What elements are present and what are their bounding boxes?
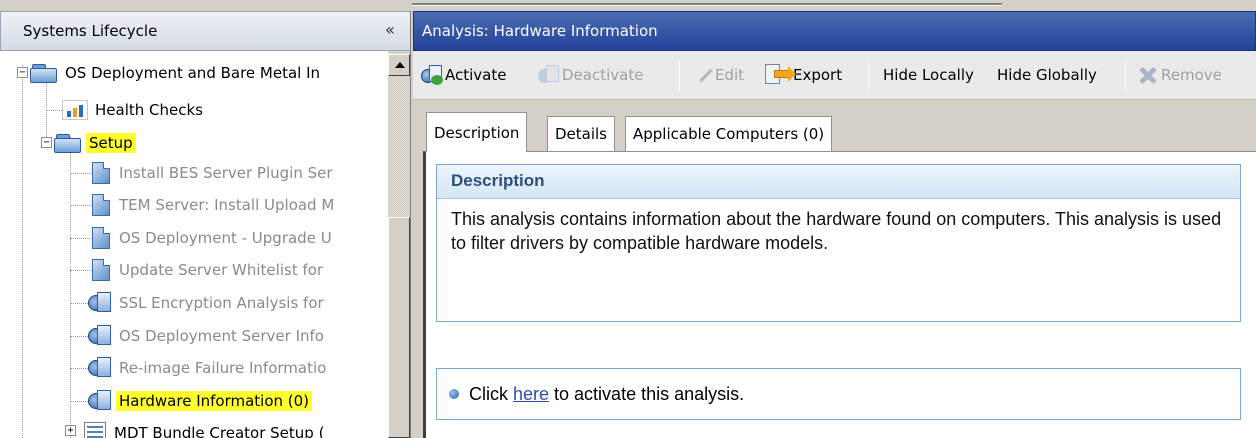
tree-line	[70, 205, 92, 206]
activate-label: Activate	[445, 66, 507, 84]
tree-item-label: SSL Encryption Analysis for	[119, 294, 324, 312]
hide-locally-button[interactable]: Hide Locally	[883, 60, 974, 90]
tab-label: Applicable Computers (0)	[633, 125, 825, 143]
deactivate-label: Deactivate	[562, 66, 644, 84]
tree-item-label: OS Deployment and Bare Metal In	[65, 64, 321, 82]
analysis-icon	[88, 390, 112, 412]
tree-line	[70, 173, 92, 174]
remove-button[interactable]: Remove	[1137, 60, 1222, 90]
bullet-icon	[449, 389, 459, 399]
tree-scrollbar[interactable]	[388, 51, 410, 438]
description-text: This analysis contains information about…	[451, 209, 1222, 253]
tab-applicable-computers[interactable]: Applicable Computers (0)	[625, 116, 833, 151]
tree-item-os-deployment[interactable]: OS Deployment and Bare Metal In	[30, 57, 323, 89]
tab-label: Description	[434, 123, 520, 142]
tree-line	[70, 137, 71, 438]
tree-line	[70, 238, 92, 239]
left-panel: Systems Lifecycle « − OS Deployment and …	[0, 11, 411, 438]
activate-action-box: Click here to activate this analysis.	[436, 368, 1241, 420]
collapse-expander-icon[interactable]: −	[17, 67, 28, 78]
document-icon	[92, 259, 110, 281]
deactivate-button[interactable]: Deactivate	[538, 60, 643, 90]
tree-item-label: Re-image Failure Informatio	[119, 359, 327, 377]
action-suffix: to activate this analysis.	[549, 383, 745, 404]
analysis-icon	[88, 292, 112, 314]
tree-item-label: MDT Bundle Creator Setup (	[114, 424, 325, 438]
tab-content: Description This analysis contains infor…	[423, 151, 1256, 438]
hide-globally-button[interactable]: Hide Globally	[997, 60, 1097, 90]
collapse-panel-icon[interactable]: «	[385, 20, 395, 39]
activate-analysis-link[interactable]: here	[513, 384, 549, 405]
expand-expander-icon[interactable]: +	[65, 425, 76, 436]
chart-icon	[62, 100, 88, 120]
collapse-expander-icon[interactable]: −	[41, 137, 52, 148]
tree-item-label: Hardware Information (0)	[116, 391, 313, 411]
toolbar: Activate Deactivate Edit Export Hide Loc…	[413, 51, 1256, 100]
scroll-up-arrow-icon[interactable]	[388, 54, 410, 76]
document-icon	[92, 194, 110, 216]
toolbar-separator	[868, 60, 869, 92]
tree-item-label: OS Deployment - Upgrade U	[119, 229, 332, 247]
tree-line	[22, 65, 23, 438]
tree-item-os-deployment-upgrade[interactable]: OS Deployment - Upgrade U	[92, 222, 335, 254]
export-label: Export	[793, 66, 843, 84]
bundle-icon	[84, 422, 106, 438]
tab-details[interactable]: Details	[547, 116, 616, 151]
description-box: Description This analysis contains infor…	[436, 164, 1241, 322]
tree-line	[70, 270, 92, 271]
action-prefix: Click	[469, 383, 513, 404]
activate-button[interactable]: Activate	[421, 60, 506, 90]
remove-x-icon	[1137, 65, 1159, 85]
left-panel-title: Systems Lifecycle	[23, 22, 158, 40]
pencil-icon	[695, 66, 713, 84]
tree-item-tem-server-install-upload[interactable]: TEM Server: Install Upload M	[92, 189, 337, 221]
folder-icon	[30, 62, 58, 84]
scrollbar-thumb[interactable]	[388, 217, 410, 438]
tab-description[interactable]: Description	[426, 112, 528, 152]
tree-item-update-server-whitelist[interactable]: Update Server Whitelist for	[92, 254, 326, 286]
export-button[interactable]: Export	[765, 60, 842, 90]
tab-label: Details	[555, 125, 608, 143]
toolbar-separator	[1125, 60, 1126, 92]
content-area: Description Details Applicable Computers…	[413, 100, 1256, 438]
folder-icon	[54, 132, 82, 154]
top-divider-highlight	[412, 5, 1002, 6]
tree-item-label: Setup	[86, 133, 136, 153]
tree-item-os-deployment-server-info[interactable]: OS Deployment Server Info	[88, 320, 327, 352]
tree-item-label: Update Server Whitelist for	[119, 261, 324, 279]
tree-item-install-bes-server-plugin[interactable]: Install BES Server Plugin Ser	[92, 157, 336, 189]
tree-item-label: OS Deployment Server Info	[119, 327, 324, 345]
left-panel-header: Systems Lifecycle «	[0, 11, 410, 51]
analysis-icon	[88, 357, 112, 379]
tree-item-hardware-information[interactable]: Hardware Information (0)	[88, 385, 313, 417]
right-panel-header: Analysis: Hardware Information	[413, 11, 1256, 51]
tree-item-ssl-encryption-analysis[interactable]: SSL Encryption Analysis for	[88, 287, 327, 319]
analysis-icon	[88, 325, 112, 347]
tree-item-setup[interactable]: Setup	[54, 127, 136, 159]
tree-item-label: Install BES Server Plugin Ser	[119, 164, 333, 182]
toolbar-separator	[679, 60, 680, 92]
tree-item-label: Health Checks	[95, 101, 203, 119]
tree-item-health-checks[interactable]: Health Checks	[62, 94, 206, 126]
navigation-tree: − OS Deployment and Bare Metal In Health…	[16, 51, 388, 438]
tree-item-label: TEM Server: Install Upload M	[119, 196, 335, 214]
edit-label: Edit	[715, 66, 745, 84]
activate-icon	[421, 65, 443, 85]
deactivate-icon	[538, 65, 560, 85]
document-icon	[92, 162, 110, 184]
hide-globally-label: Hide Globally	[997, 66, 1097, 84]
description-heading: Description	[437, 165, 1240, 199]
edit-button[interactable]: Edit	[695, 60, 744, 90]
right-panel-title: Analysis: Hardware Information	[422, 22, 658, 40]
document-icon	[92, 227, 110, 249]
tree-item-reimage-failure-information[interactable]: Re-image Failure Informatio	[88, 352, 329, 384]
tree-item-mdt-bundle-creator[interactable]: MDT Bundle Creator Setup (	[84, 417, 327, 438]
top-strip	[0, 0, 1256, 11]
hide-locally-label: Hide Locally	[883, 66, 974, 84]
export-icon	[765, 64, 796, 86]
remove-label: Remove	[1161, 66, 1222, 84]
